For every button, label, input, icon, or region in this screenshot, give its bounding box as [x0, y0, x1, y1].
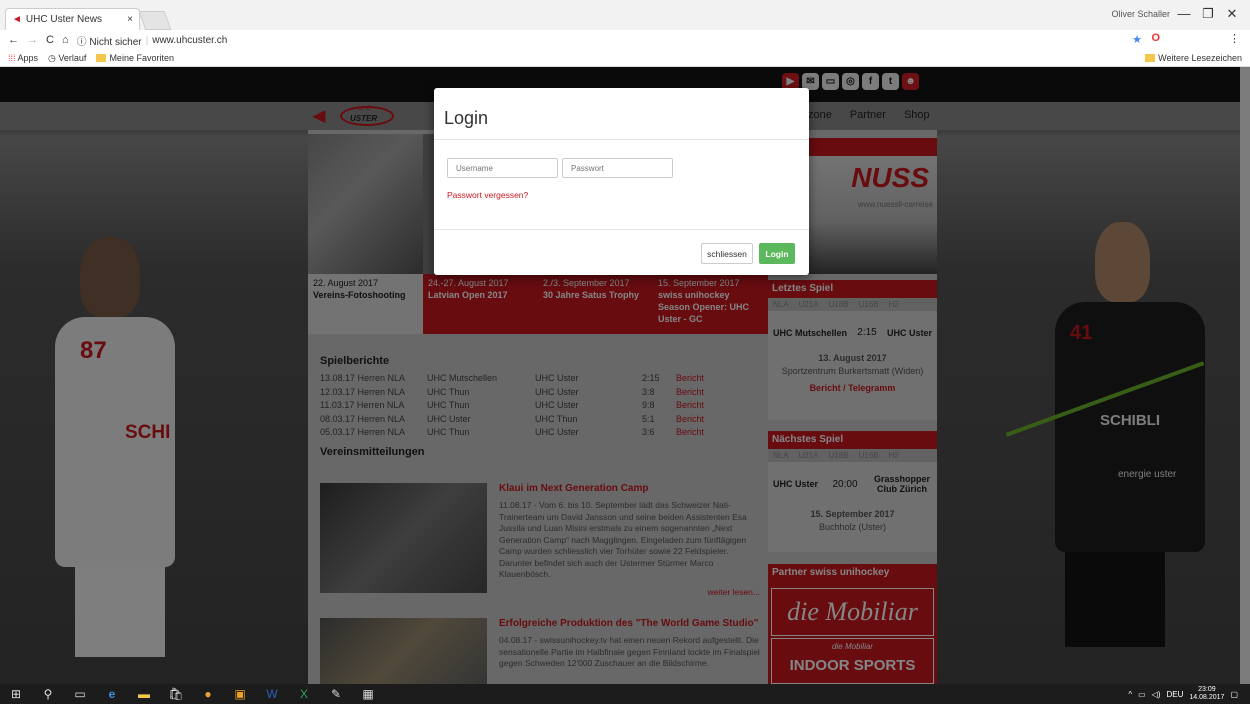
star-icon[interactable]: ★: [1132, 33, 1142, 46]
bookmark-apps[interactable]: ⁞⁞⁞ Apps: [8, 53, 38, 63]
profile-name[interactable]: Oliver Schaller: [1111, 9, 1170, 19]
system-tray: ^ ▭ ◁) DEU 23:09 14.08.2017 ▢: [1128, 686, 1238, 702]
bookmarks-bar: ⁞⁞⁞ Apps ◷ Verlauf Meine Favoriten Weite…: [0, 50, 1250, 67]
opera-extension-icon[interactable]: O: [1151, 32, 1160, 44]
security-indicator[interactable]: ⓘ Nicht sicher: [77, 33, 142, 48]
site-favicon: ◄: [12, 14, 22, 25]
windows-taskbar: ⊞ ⚲ ▭ e ▬ 🛍 ● ▣ W X ✎ ▦: [0, 684, 1250, 704]
login-dialog: Login Passwort vergessen? schliessen Log…: [434, 88, 809, 275]
word-icon[interactable]: W: [256, 684, 288, 704]
volume-icon[interactable]: ◁): [1152, 690, 1161, 699]
start-icon[interactable]: ⊞: [0, 684, 32, 704]
forward-icon[interactable]: →: [27, 34, 38, 46]
bookmark-favorites[interactable]: Meine Favoriten: [96, 53, 174, 63]
clock[interactable]: 23:09 14.08.2017: [1189, 686, 1224, 702]
maximize-button[interactable]: ❐: [1198, 6, 1218, 22]
reload-icon[interactable]: C: [46, 34, 54, 46]
file-explorer-icon[interactable]: ▬: [128, 684, 160, 704]
tab-title: UHC Uster News: [25, 14, 103, 25]
notifications-icon[interactable]: ▢: [1230, 690, 1238, 699]
bookmark-history[interactable]: ◷ Verlauf: [48, 53, 86, 64]
network-icon[interactable]: ▭: [1138, 690, 1146, 699]
excel-icon[interactable]: X: [288, 684, 320, 704]
browser-tab-bar: ◄ UHC Uster News × Oliver Schaller — ❐ ✕: [0, 0, 1250, 30]
edge-icon[interactable]: e: [96, 684, 128, 704]
paint-icon[interactable]: ✎: [320, 684, 352, 704]
divider: [434, 229, 809, 230]
browser-tab[interactable]: ◄ UHC Uster News ×: [5, 8, 140, 30]
chrome-icon[interactable]: ●: [192, 684, 224, 704]
outlook-icon[interactable]: ▣: [224, 684, 256, 704]
login-title: Login: [444, 108, 489, 128]
divider: [434, 139, 809, 140]
menu-icon[interactable]: ⋮: [1229, 32, 1240, 45]
search-icon[interactable]: ⚲: [32, 684, 64, 704]
close-button[interactable]: schliessen: [701, 243, 753, 264]
omnibox[interactable]: ⓘ Nicht sicher | www.uhcuster.ch: [77, 33, 228, 48]
new-tab-button[interactable]: [138, 11, 172, 30]
back-icon[interactable]: ←: [8, 34, 19, 46]
close-window-button[interactable]: ✕: [1222, 6, 1242, 22]
login-button[interactable]: Login: [759, 243, 795, 264]
url-text[interactable]: www.uhcuster.ch: [152, 35, 227, 46]
language-indicator[interactable]: DEU: [1167, 690, 1184, 699]
tab-close-icon[interactable]: ×: [127, 14, 133, 25]
tray-chevron-icon[interactable]: ^: [1128, 690, 1132, 699]
bookmark-other[interactable]: Weitere Lesezeichen: [1145, 53, 1242, 63]
home-icon[interactable]: ⌂: [62, 34, 69, 46]
minimize-button[interactable]: —: [1174, 6, 1194, 21]
password-input[interactable]: [562, 158, 673, 178]
calculator-icon[interactable]: ▦: [352, 684, 384, 704]
forgot-password-link[interactable]: Passwort vergessen?: [447, 190, 528, 200]
address-bar-row: ← → C ⌂ ⓘ Nicht sicher | www.uhcuster.ch…: [0, 30, 1250, 50]
task-view-icon[interactable]: ▭: [64, 684, 96, 704]
username-input[interactable]: [447, 158, 558, 178]
store-icon[interactable]: 🛍: [160, 684, 192, 704]
